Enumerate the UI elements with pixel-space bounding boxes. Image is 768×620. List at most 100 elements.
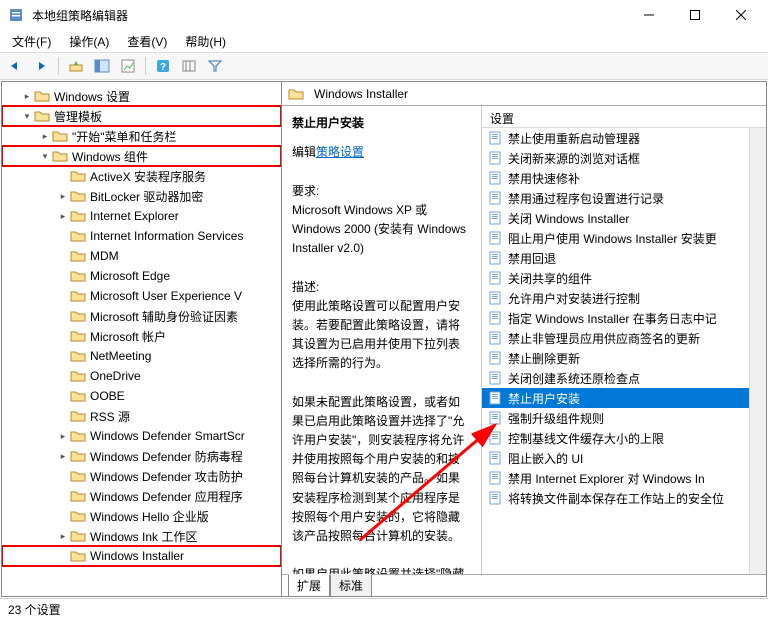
tab-extended[interactable]: 扩展 [288,574,330,597]
list-item[interactable]: 关闭 Windows Installer [482,208,766,228]
list-item[interactable]: 强制升级组件规则 [482,408,766,428]
list-item[interactable]: 禁止非管理员应用供应商签名的更新 [482,328,766,348]
tree-item[interactable]: Microsoft Edge [2,266,281,286]
tree-item-label: Windows Ink 工作区 [90,528,197,545]
list-item-label: 允许用户对安装进行控制 [508,290,640,307]
expand-icon[interactable]: ▸ [56,451,70,462]
list-item[interactable]: 允许用户对安装进行控制 [482,288,766,308]
tree-item[interactable]: Windows Installer [2,546,281,566]
folder-icon [288,87,304,101]
tree-item[interactable]: Internet Information Services [2,226,281,246]
tree-item[interactable]: ActiveX 安装程序服务 [2,166,281,186]
edit-policy-link[interactable]: 策略设置 [316,145,364,159]
list-item[interactable]: 阻止嵌入的 UI [482,448,766,468]
description-column: 禁止用户安装 编辑策略设置 要求: Microsoft Windows XP 或… [282,106,482,574]
maximize-button[interactable] [672,0,718,30]
folder-icon [34,109,50,123]
list-item-label: 将转换文件副本保存在工作站上的安全位 [508,490,724,507]
tree-item[interactable]: Microsoft 帐户 [2,326,281,346]
expand-icon[interactable]: ▸ [56,191,70,202]
window-title: 本地组策略编辑器 [32,7,626,24]
folder-icon [70,329,86,343]
tree-item[interactable]: ▸ Windows Ink 工作区 [2,526,281,546]
tree-item-label: Windows Defender 应用程序 [90,488,243,505]
list-item[interactable]: 禁用 Internet Explorer 对 Windows In [482,468,766,488]
help-button[interactable]: ? [152,55,174,77]
tree-item[interactable]: NetMeeting [2,346,281,366]
filter-button[interactable] [204,55,226,77]
tree-item[interactable]: ▸ BitLocker 驱动器加密 [2,186,281,206]
list-item[interactable]: 禁用快速修补 [482,168,766,188]
tree-item-label: BitLocker 驱动器加密 [90,188,203,205]
tree-item[interactable]: Windows Defender 攻击防护 [2,466,281,486]
list-item-label: 指定 Windows Installer 在事务日志中记 [508,310,717,327]
list-header[interactable]: 设置 [482,106,766,128]
tree-item-label: Windows Defender SmartScr [90,429,245,443]
list-item-label: 禁用快速修补 [508,170,580,187]
list-item[interactable]: 禁止用户安装 [482,388,766,408]
minimize-button[interactable] [626,0,672,30]
properties-button[interactable] [117,55,139,77]
tree-item[interactable]: ▾ Windows 组件 [2,146,281,166]
tree-item[interactable]: MDM [2,246,281,266]
tree-item[interactable]: ▸Windows Defender 防病毒程 [2,446,281,466]
tree-item[interactable]: Windows Defender 应用程序 [2,486,281,506]
menu-view[interactable]: 查看(V) [119,31,175,52]
tree-item[interactable]: Microsoft User Experience V [2,286,281,306]
expand-icon[interactable]: ▸ [56,531,70,542]
tree-item-label: Windows 组件 [72,148,148,165]
menu-file[interactable]: 文件(F) [4,31,59,52]
back-button[interactable] [4,55,26,77]
list-item[interactable]: 关闭创建系统还原检查点 [482,368,766,388]
collapse-icon[interactable]: ▾ [20,111,34,122]
tree-item[interactable]: ▾管理模板 [2,106,281,126]
tree-item[interactable]: OOBE [2,386,281,406]
list-item[interactable]: 禁用回退 [482,248,766,268]
setting-icon [488,211,502,225]
list-item[interactable]: 阻止用户使用 Windows Installer 安装更 [482,228,766,248]
tree-item[interactable]: Microsoft 辅助身份验证因素 [2,306,281,326]
up-button[interactable] [65,55,87,77]
setting-icon [488,191,502,205]
list-item[interactable]: 禁止删除更新 [482,348,766,368]
tree-item[interactable]: ▸ Windows Defender SmartScr [2,426,281,446]
menu-help[interactable]: 帮助(H) [177,31,234,52]
expand-icon[interactable]: ▸ [56,431,70,442]
list-item[interactable]: 关闭新来源的浏览对话框 [482,148,766,168]
expand-icon[interactable]: ▸ [56,211,70,222]
content-pane: Windows Installer 禁止用户安装 编辑策略设置 要求: Micr… [282,82,766,596]
list-item[interactable]: 禁止使用重新启动管理器 [482,128,766,148]
forward-button[interactable] [30,55,52,77]
list-item[interactable]: 将转换文件副本保存在工作站上的安全位 [482,488,766,508]
expand-icon[interactable]: ▸ [20,91,34,102]
tree-item[interactable]: ▸Internet Explorer [2,206,281,226]
show-hide-tree-button[interactable] [91,55,113,77]
list-item[interactable]: 指定 Windows Installer 在事务日志中记 [482,308,766,328]
setting-icon [488,431,502,445]
list-item[interactable]: 禁用通过程序包设置进行记录 [482,188,766,208]
close-button[interactable] [718,0,764,30]
collapse-icon[interactable]: ▾ [38,151,52,162]
tree-item[interactable]: ▸"开始"菜单和任务栏 [2,126,281,146]
folder-icon [70,289,86,303]
tree-item[interactable]: Windows Hello 企业版 [2,506,281,526]
list-item-label: 关闭新来源的浏览对话框 [508,150,640,167]
tree-item[interactable]: ▸Windows 设置 [2,86,281,106]
setting-icon [488,391,502,405]
list-item[interactable]: 关闭共享的组件 [482,268,766,288]
expand-icon[interactable]: ▸ [38,131,52,142]
vertical-scrollbar[interactable] [749,128,766,574]
options-button[interactable] [178,55,200,77]
tab-standard[interactable]: 标准 [330,574,372,597]
tree-item[interactable]: OneDrive [2,366,281,386]
requirements-label: 要求: [292,182,471,201]
menu-action[interactable]: 操作(A) [61,31,117,52]
tree-item-label: OOBE [90,389,125,403]
settings-list[interactable]: 禁止使用重新启动管理器关闭新来源的浏览对话框禁用快速修补禁用通过程序包设置进行记… [482,128,766,574]
setting-icon [488,251,502,265]
tree-item[interactable]: RSS 源 [2,406,281,426]
setting-icon [488,131,502,145]
tree-pane[interactable]: ▸Windows 设置▾管理模板▸"开始"菜单和任务栏 ▾ Windows 组件Ac… [2,82,282,596]
setting-icon [488,371,502,385]
list-item[interactable]: 控制基线文件缓存大小的上限 [482,428,766,448]
